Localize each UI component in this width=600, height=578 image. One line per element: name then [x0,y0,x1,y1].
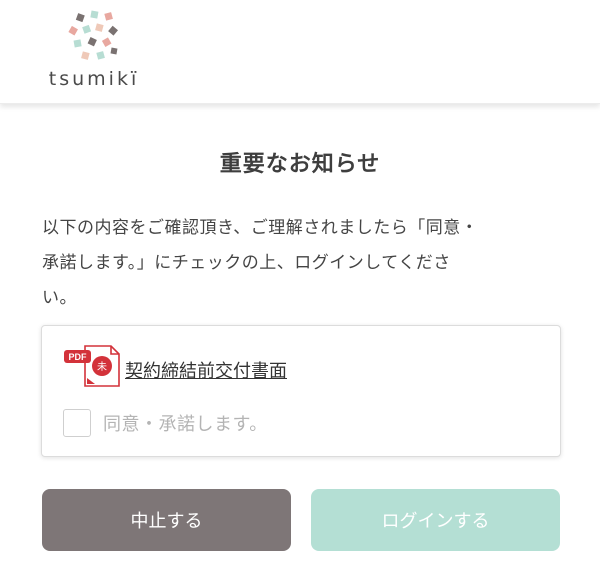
pdf-badge-text: PDF [69,352,88,362]
agree-label: 同意・承諾します。 [103,414,268,435]
agree-checkbox-row[interactable]: 同意・承諾します。 [63,408,268,438]
notice-line: 以下の内容をご確認頂き、ご理解されましたら「同意・ [42,218,479,238]
seal-text: 未 [97,361,107,373]
login-button-label: ログインする [381,511,490,532]
header-bar: tsumikï [0,0,600,104]
agree-checkbox[interactable] [63,409,91,437]
logo-text: tsumikï [48,68,140,90]
login-button[interactable]: ログインする [311,489,560,551]
notice-text: 以下の内容をご確認頂き、ご理解されましたら「同意・ 承諾します。」にチェックの上… [42,211,562,316]
logo-mark-icon [68,10,118,60]
cancel-button[interactable]: 中止する [42,489,291,551]
tsumiki-logo[interactable]: tsumikï [44,8,144,98]
notice-line: 承諾します。」にチェックの上、ログインしてくださ [42,253,451,273]
document-link[interactable]: 契約締結前交付書面 [125,357,287,383]
notice-line: い。 [42,288,77,308]
pdf-document-icon[interactable]: PDF 未 [63,344,123,388]
document-box: PDF 未 契約締結前交付書面 同意・承諾します。 [41,325,561,457]
cancel-button-label: 中止する [130,511,203,532]
page-title: 重要なお知らせ [219,152,381,177]
